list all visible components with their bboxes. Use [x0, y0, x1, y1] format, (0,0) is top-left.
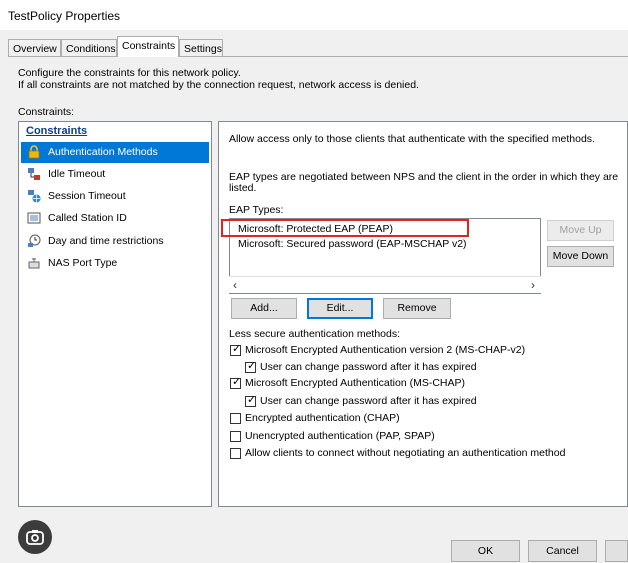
constraints-list: Constraints Authentication Methods Idle …	[18, 121, 212, 507]
camera-overlay-icon[interactable]	[18, 520, 52, 554]
lock-icon	[27, 145, 41, 159]
scroll-right-icon[interactable]: ›	[531, 278, 535, 292]
edit-button[interactable]: Edit...	[307, 298, 373, 319]
constraint-label: NAS Port Type	[48, 257, 118, 269]
eap-type-item[interactable]: Microsoft: Secured password (EAP-MSCHAP …	[238, 238, 467, 250]
checkbox-label: Unencrypted authentication (PAP, SPAP)	[245, 430, 435, 442]
checkmark-icon: ✓	[232, 343, 242, 355]
checkbox-box[interactable]: ✓	[230, 343, 242, 356]
highlight-annotation-box	[221, 219, 469, 237]
checkbox-label: Microsoft Encrypted Authentication versi…	[245, 344, 526, 356]
title-bar: TestPolicy Properties	[0, 0, 628, 30]
network-globe-icon	[27, 189, 41, 203]
constraint-item-nas-port-type[interactable]: NAS Port Type	[21, 253, 209, 274]
window-title: TestPolicy Properties	[8, 9, 121, 23]
add-button[interactable]: Add...	[231, 298, 297, 319]
horizontal-scrollbar[interactable]: ‹ ›	[229, 276, 541, 293]
tab-overview[interactable]: Overview	[8, 39, 61, 56]
clock-network-icon	[27, 234, 41, 248]
intro-line-1: Configure the constraints for this netwo…	[18, 67, 241, 79]
tab-conditions[interactable]: Conditions	[61, 39, 117, 56]
checkbox-box[interactable]: ✓	[230, 376, 242, 389]
port-icon	[27, 256, 41, 270]
eap-note-line-1: EAP types are negotiated between NPS and…	[229, 171, 619, 183]
auth-description: Allow access only to those clients that …	[229, 133, 595, 145]
checkbox-label: Microsoft Encrypted Authentication (MS-C…	[245, 377, 465, 389]
less-secure-label: Less secure authentication methods:	[229, 328, 401, 340]
constraint-item-session-timeout[interactable]: Session Timeout	[21, 186, 209, 207]
cancel-button[interactable]: Cancel	[528, 540, 597, 562]
checkbox-box[interactable]	[230, 413, 241, 424]
checkmark-icon: ✓	[247, 360, 257, 372]
ok-button[interactable]: OK	[451, 540, 520, 562]
apply-button-partial[interactable]	[605, 540, 628, 562]
constraints-label: Constraints:	[18, 106, 75, 118]
tab-overview-label: Overview	[13, 43, 57, 55]
checkmark-icon: ✓	[232, 376, 242, 388]
checkbox-box[interactable]: ✓	[245, 394, 257, 407]
scroll-left-icon[interactable]: ‹	[233, 278, 237, 292]
tab-constraints[interactable]: Constraints	[117, 36, 179, 57]
constraint-label: Called Station ID	[48, 212, 127, 224]
checkbox-box[interactable]	[230, 431, 241, 442]
tab-settings[interactable]: Settings	[179, 39, 223, 56]
network-icon	[27, 167, 41, 181]
constraint-item-idle-timeout[interactable]: Idle Timeout	[21, 164, 209, 185]
phone-list-icon	[27, 211, 41, 225]
eap-types-label: EAP Types:	[229, 204, 284, 216]
constraints-header: Constraints	[26, 125, 88, 137]
checkbox-label: Encrypted authentication (CHAP)	[245, 412, 400, 424]
constraint-label: Idle Timeout	[48, 168, 106, 180]
checkbox-box[interactable]: ✓	[245, 360, 257, 373]
tab-conditions-label: Conditions	[66, 43, 116, 55]
constraint-item-called-station-id[interactable]: Called Station ID	[21, 208, 209, 229]
tab-settings-label: Settings	[184, 43, 222, 55]
intro-line-2: If all constraints are not matched by th…	[18, 79, 419, 91]
checkbox-box[interactable]	[230, 448, 241, 459]
constraint-label: Session Timeout	[48, 190, 126, 202]
checkmark-icon: ✓	[247, 394, 257, 406]
checkbox-label: User can change password after it has ex…	[260, 395, 477, 407]
checkbox-label: Allow clients to connect without negotia…	[245, 447, 566, 459]
constraint-item-day-and-time-restrictions[interactable]: Day and time restrictions	[21, 231, 209, 252]
remove-button[interactable]: Remove	[383, 298, 451, 319]
constraint-label: Authentication Methods	[48, 146, 158, 158]
eap-note-line-2: listed.	[229, 182, 257, 194]
constraint-label: Day and time restrictions	[48, 235, 164, 247]
move-up-button[interactable]: Move Up	[547, 220, 614, 241]
checkbox-label: User can change password after it has ex…	[260, 361, 477, 373]
tab-constraints-label: Constraints	[122, 40, 176, 52]
move-down-button[interactable]: Move Down	[547, 246, 614, 267]
constraint-item-authentication-methods[interactable]: Authentication Methods	[21, 142, 209, 163]
